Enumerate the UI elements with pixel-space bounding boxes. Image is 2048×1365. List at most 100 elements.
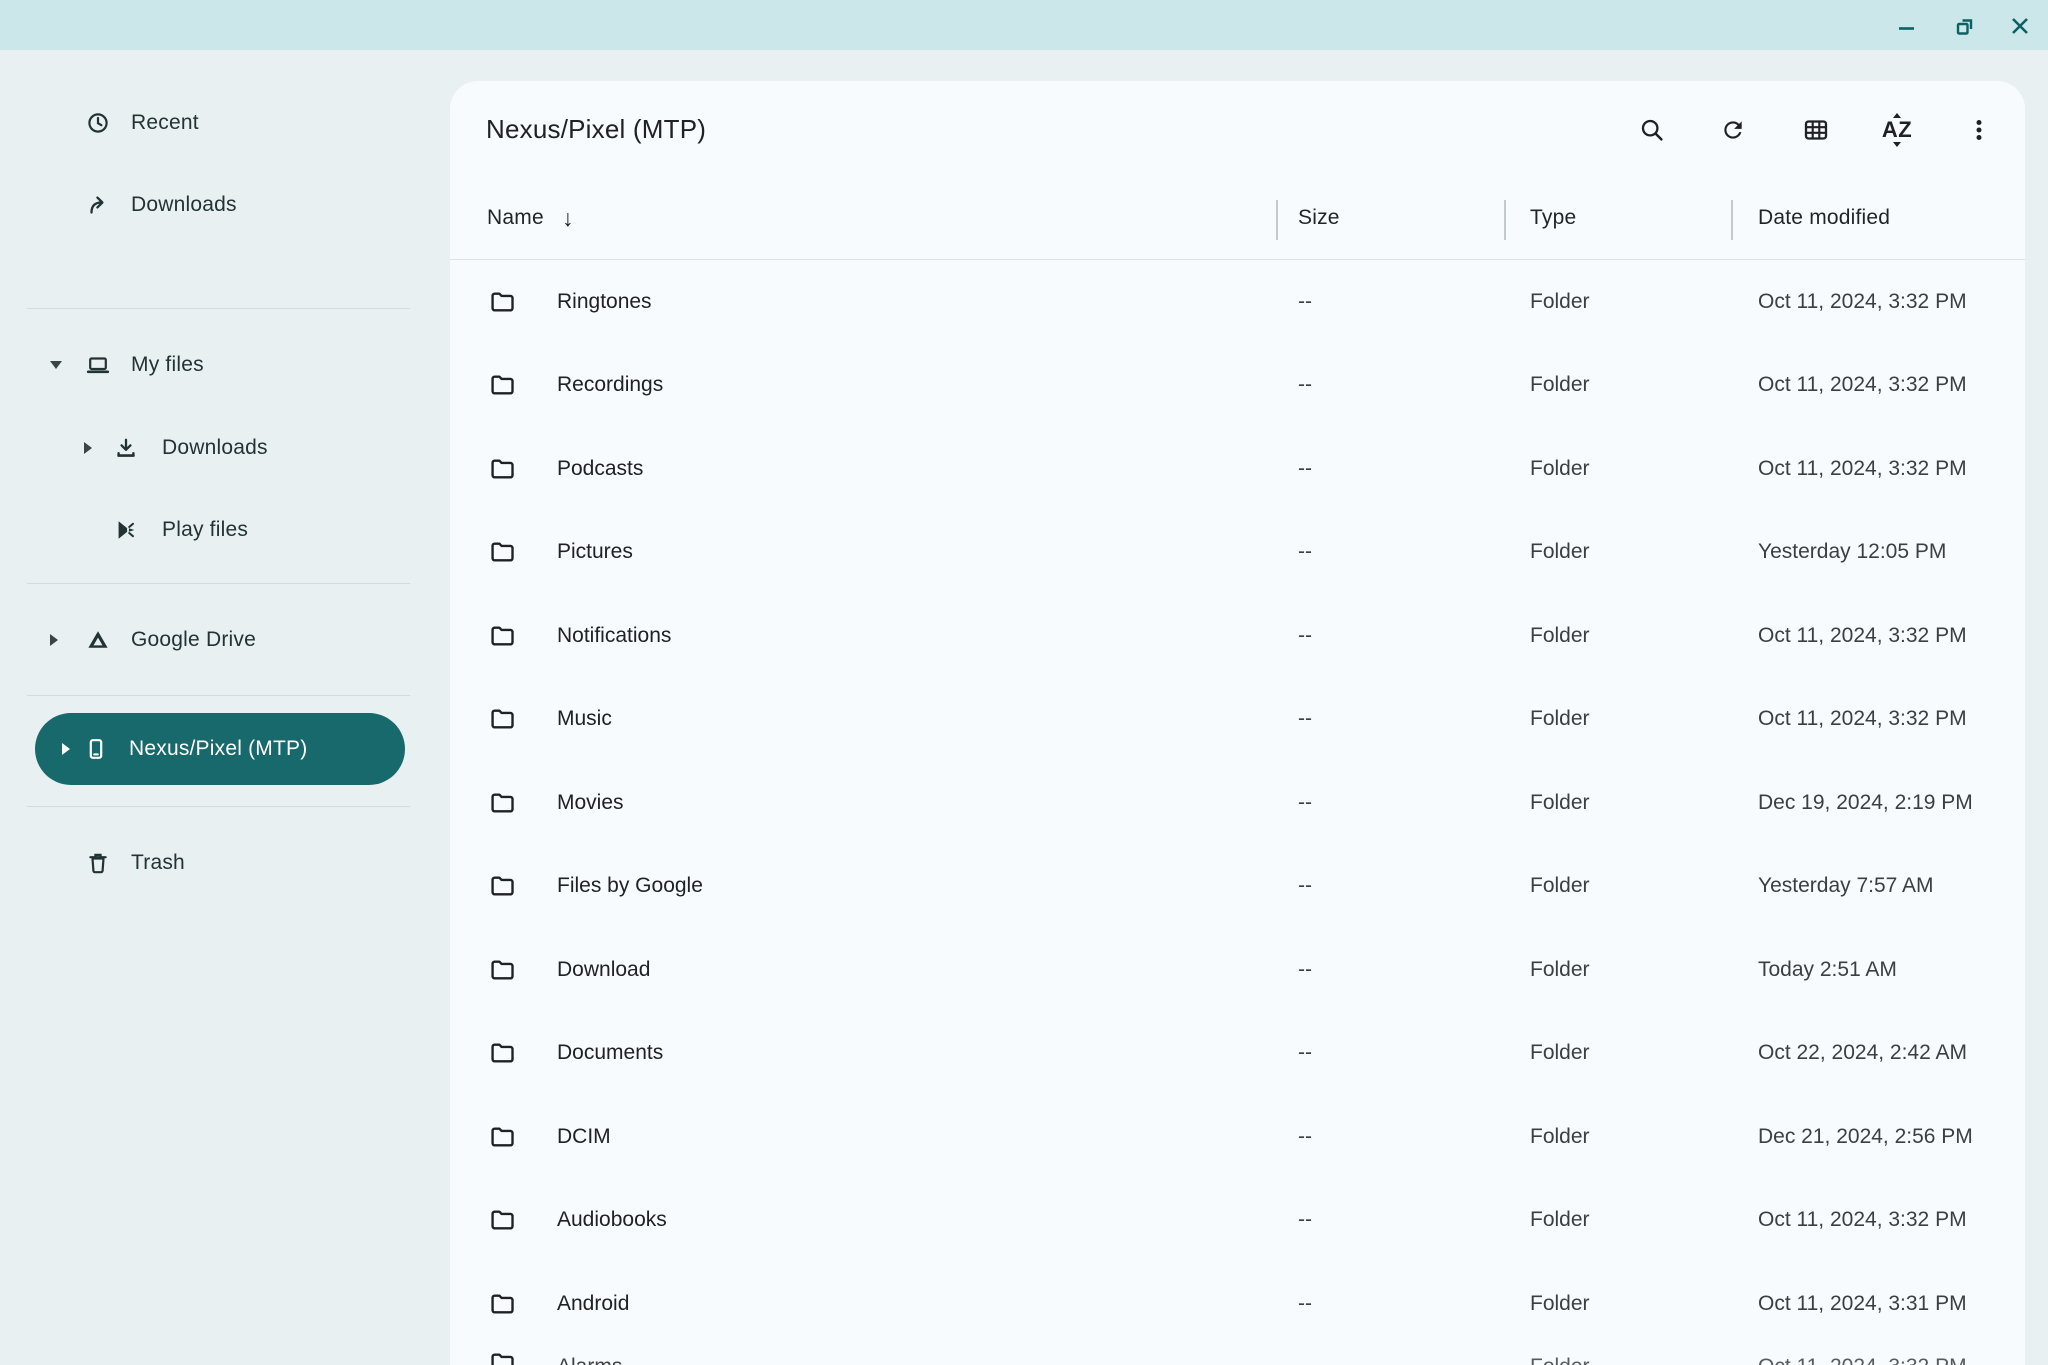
- file-name: Pictures: [557, 540, 633, 564]
- file-type: Folder: [1530, 707, 1590, 731]
- table-row[interactable]: Audiobooks -- Folder Oct 11, 2024, 3:32 …: [450, 1179, 2025, 1263]
- file-name: Notifications: [557, 624, 671, 648]
- more-menu-button[interactable]: [1955, 106, 2003, 154]
- table-row[interactable]: Pictures -- Folder Yesterday 12:05 PM: [450, 511, 2025, 595]
- sidebar-item-play-files[interactable]: Play files: [0, 502, 420, 558]
- expand-toggle[interactable]: [50, 361, 86, 369]
- files-app-window: Recent Downloads My files Downloads: [0, 0, 2048, 1365]
- file-name: Audiobooks: [557, 1208, 667, 1232]
- table-row[interactable]: Podcasts -- Folder Oct 11, 2024, 3:32 PM: [450, 427, 2025, 511]
- restore-icon: [1952, 13, 1978, 39]
- sidebar-divider: [27, 583, 410, 584]
- table-row[interactable]: Documents -- Folder Oct 22, 2024, 2:42 A…: [450, 1012, 2025, 1096]
- file-name: Download: [557, 958, 650, 982]
- file-type: Folder: [1530, 457, 1590, 481]
- file-size: --: [1298, 707, 1312, 731]
- close-icon: [2008, 14, 2032, 38]
- file-size: --: [1298, 540, 1312, 564]
- refresh-button[interactable]: [1709, 106, 1757, 154]
- column-header-size[interactable]: Size: [1298, 206, 1340, 230]
- download-icon: [114, 436, 138, 460]
- folder-icon: [489, 1350, 515, 1365]
- file-size: --: [1298, 958, 1312, 982]
- file-size: --: [1298, 457, 1312, 481]
- folder-icon: [489, 623, 515, 649]
- folder-icon: [489, 372, 515, 398]
- file-name: Ringtones: [557, 290, 652, 314]
- file-size: --: [1298, 791, 1312, 815]
- column-header-name[interactable]: Name: [487, 206, 544, 230]
- folder-icon: [489, 289, 515, 315]
- file-name: Android: [557, 1292, 629, 1316]
- column-resize-handle[interactable]: [1731, 200, 1733, 240]
- column-resize-handle[interactable]: [1504, 200, 1506, 240]
- file-name: Podcasts: [557, 457, 643, 481]
- sort-button[interactable]: AZ: [1873, 106, 1921, 154]
- table-row[interactable]: Recordings -- Folder Oct 11, 2024, 3:32 …: [450, 344, 2025, 428]
- file-name: DCIM: [557, 1125, 611, 1149]
- expand-toggle[interactable]: [50, 634, 86, 646]
- sidebar-item-recent[interactable]: Recent: [0, 95, 420, 151]
- table-row[interactable]: Notifications -- Folder Oct 11, 2024, 3:…: [450, 594, 2025, 678]
- table-row[interactable]: Alarms -- Folder Oct 11, 2024, 3:32 PM: [450, 1346, 2025, 1365]
- clock-icon: [86, 111, 110, 135]
- file-date-modified: Oct 11, 2024, 3:31 PM: [1758, 1292, 1967, 1316]
- column-header-date-modified[interactable]: Date modified: [1758, 206, 1890, 230]
- close-button[interactable]: [1998, 4, 2042, 48]
- file-type: Folder: [1530, 624, 1590, 648]
- grid-view-button[interactable]: [1792, 106, 1840, 154]
- sidebar-item-label: Play files: [162, 518, 248, 542]
- file-size: --: [1298, 290, 1312, 314]
- sidebar-item-label: Google Drive: [131, 628, 256, 652]
- sidebar-item-downloads-shortcut[interactable]: Downloads: [0, 177, 420, 233]
- file-type: Folder: [1530, 958, 1590, 982]
- folder-icon: [489, 790, 515, 816]
- expand-toggle[interactable]: [84, 442, 114, 454]
- sort-descending-icon[interactable]: ↓: [562, 205, 574, 232]
- sort-az-icon: AZ: [1882, 113, 1912, 147]
- file-date-modified: Oct 11, 2024, 3:32 PM: [1758, 707, 1967, 731]
- table-row[interactable]: Movies -- Folder Dec 19, 2024, 2:19 PM: [450, 761, 2025, 845]
- file-list-panel: Nexus/Pixel (MTP) AZ: [450, 81, 2025, 1365]
- sidebar-item-downloads[interactable]: Downloads: [0, 420, 420, 476]
- file-type: Folder: [1530, 290, 1590, 314]
- chevron-right-icon: [62, 743, 70, 755]
- search-button[interactable]: [1628, 106, 1676, 154]
- minimize-button[interactable]: [1885, 4, 1929, 48]
- file-type: Folder: [1530, 791, 1590, 815]
- file-size: --: [1298, 373, 1312, 397]
- more-menu-icon: [1966, 117, 1992, 143]
- table-row[interactable]: Music -- Folder Oct 11, 2024, 3:32 PM: [450, 678, 2025, 762]
- sidebar-item-trash[interactable]: Trash: [0, 835, 420, 891]
- chevron-down-icon: [50, 361, 62, 369]
- file-date-modified: Dec 19, 2024, 2:19 PM: [1758, 791, 1973, 815]
- sidebar-item-label: Downloads: [162, 436, 268, 460]
- column-header-type[interactable]: Type: [1530, 206, 1576, 230]
- file-type: Folder: [1530, 1292, 1590, 1316]
- column-resize-handle[interactable]: [1276, 200, 1278, 240]
- file-name: Movies: [557, 791, 624, 815]
- sidebar-item-nexus-pixel-mtp[interactable]: Nexus/Pixel (MTP): [35, 713, 405, 785]
- file-date-modified: Dec 21, 2024, 2:56 PM: [1758, 1125, 1973, 1149]
- shortcut-arrow-icon: [86, 193, 110, 217]
- folder-icon: [489, 873, 515, 899]
- file-type: Folder: [1530, 1041, 1590, 1065]
- restore-window-button[interactable]: [1943, 4, 1987, 48]
- file-type: Folder: [1530, 1208, 1590, 1232]
- table-row[interactable]: Download -- Folder Today 2:51 AM: [450, 928, 2025, 1012]
- table-row[interactable]: Ringtones -- Folder Oct 11, 2024, 3:32 P…: [450, 260, 2025, 344]
- search-icon: [1638, 116, 1666, 144]
- table-row[interactable]: Files by Google -- Folder Yesterday 7:57…: [450, 845, 2025, 929]
- folder-icon: [489, 706, 515, 732]
- file-date-modified: Oct 11, 2024, 3:32 PM: [1758, 1355, 1967, 1365]
- table-row[interactable]: Android -- Folder Oct 11, 2024, 3:31 PM: [450, 1262, 2025, 1346]
- sidebar-divider: [27, 806, 410, 807]
- sidebar-item-google-drive[interactable]: Google Drive: [0, 612, 420, 668]
- window-titlebar: [0, 0, 2048, 50]
- chevron-right-icon: [50, 634, 58, 646]
- minimize-icon: [1895, 14, 1919, 38]
- file-size: --: [1298, 1041, 1312, 1065]
- file-type: Folder: [1530, 1125, 1590, 1149]
- table-row[interactable]: DCIM -- Folder Dec 21, 2024, 2:56 PM: [450, 1095, 2025, 1179]
- sidebar-item-my-files[interactable]: My files: [0, 337, 420, 393]
